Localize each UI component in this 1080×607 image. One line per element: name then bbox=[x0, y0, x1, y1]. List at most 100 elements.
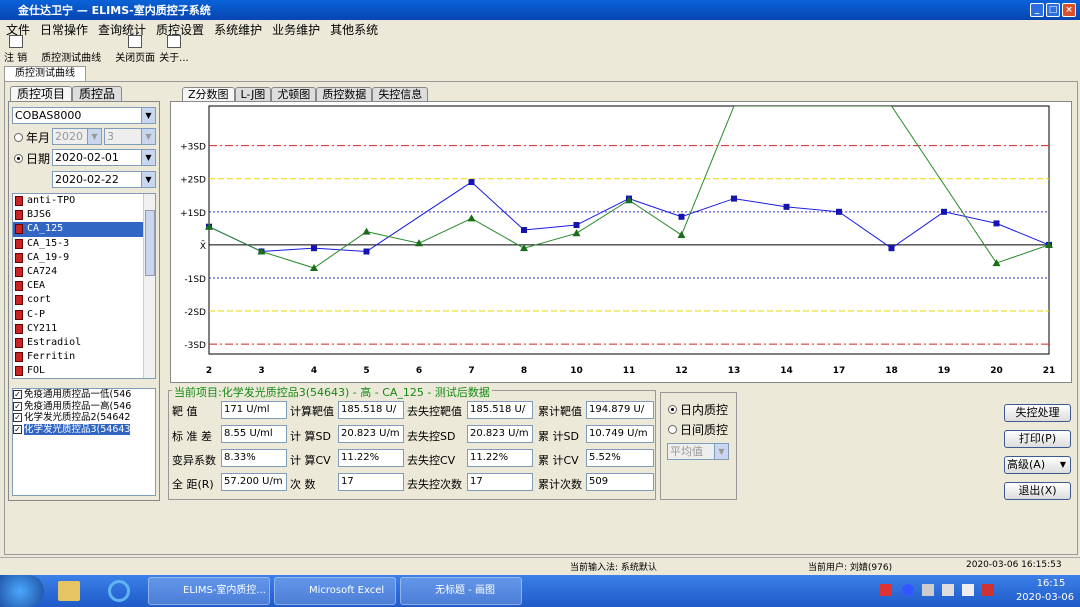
list-item-label: anti-TPO bbox=[27, 195, 76, 207]
logout-label: 注 销 bbox=[4, 53, 28, 64]
y-tick-label: -3SD bbox=[184, 341, 206, 351]
tab-z-score[interactable]: Z分数图 bbox=[182, 87, 235, 102]
item-icon bbox=[15, 323, 23, 334]
intra-day-radio[interactable]: 日内质控 bbox=[668, 401, 728, 418]
tab-youden[interactable]: 尤顿图 bbox=[271, 87, 317, 102]
method-select[interactable]: 平均值 ▼ bbox=[667, 443, 729, 460]
year-select[interactable]: 2020 ▼ bbox=[52, 128, 102, 145]
checklist-item-selected[interactable]: ✓ 化学发光质控品3(54643 bbox=[13, 423, 155, 436]
tray-app-icon[interactable] bbox=[880, 584, 892, 596]
year-month-radio[interactable]: 年月 bbox=[14, 129, 50, 146]
inter-day-radio[interactable]: 日间质控 bbox=[668, 421, 728, 438]
date-to-picker[interactable]: 2020-02-22 ▼ bbox=[52, 171, 156, 188]
month-select[interactable]: 3 ▼ bbox=[104, 128, 156, 145]
tab-ooc-info[interactable]: 失控信息 bbox=[372, 87, 429, 102]
taskbar-item-paint[interactable]: 无标题 - 画图 bbox=[400, 577, 522, 605]
month-value: 3 bbox=[107, 130, 114, 143]
checklist-item[interactable]: ✓ 免疫通用质控品一低(546 bbox=[13, 389, 155, 401]
checkbox-checked-icon[interactable]: ✓ bbox=[13, 424, 22, 434]
list-item-label: CA_125 bbox=[27, 223, 64, 235]
current-user-status: 当前用户: 刘婧(976) bbox=[808, 563, 893, 573]
scrollbar-thumb[interactable] bbox=[145, 210, 155, 276]
list-item[interactable]: FOL bbox=[13, 364, 155, 378]
taskbar-item-elims[interactable]: ELIMS-室内质控... bbox=[148, 577, 270, 605]
stats-title: 当前项目:化学发光质控品3(54643) - 高 - CA_125 - 测试后数… bbox=[172, 384, 492, 400]
ooc-cv-label: 去失控CV bbox=[407, 454, 456, 467]
tray-input-icon[interactable] bbox=[922, 584, 934, 596]
tab-lj-chart[interactable]: L-J图 bbox=[234, 87, 272, 102]
date-radio[interactable]: 日期 bbox=[14, 150, 50, 167]
list-item[interactable]: CA724 bbox=[13, 265, 155, 279]
list-item[interactable]: Ferritin bbox=[13, 350, 155, 364]
ooc-process-button[interactable]: 失控处理 bbox=[1004, 404, 1071, 422]
ooc-sd-field: 20.823 U/m bbox=[467, 425, 533, 443]
item-icon bbox=[15, 267, 23, 278]
explorer-icon[interactable] bbox=[58, 581, 80, 601]
list-item[interactable]: cort bbox=[13, 293, 155, 307]
minimize-icon[interactable]: _ bbox=[1030, 3, 1044, 17]
chart-svg: +3SD +2SD +1SD X̄ -1SD -2SD -3SD 2 3 4 5 6 7 8 10 11 12 1… bbox=[180, 105, 1055, 376]
x-tick-label: 17 bbox=[833, 366, 846, 376]
ie-icon[interactable] bbox=[108, 580, 130, 602]
cum-sd-field: 10.749 U/m bbox=[586, 425, 654, 443]
y-tick-label: +2SD bbox=[180, 176, 206, 186]
cv-field: 8.33% bbox=[221, 449, 287, 467]
list-item[interactable]: CA_15-3 bbox=[13, 237, 155, 251]
print-button[interactable]: 打印(P) bbox=[1004, 430, 1071, 448]
close-page-button[interactable]: 关闭页面 bbox=[115, 35, 155, 64]
list-item[interactable]: CEA bbox=[13, 279, 155, 293]
menu-system[interactable]: 系统维护 bbox=[214, 21, 262, 38]
qc-material-checklist: ✓ 免疫通用质控品一低(546 ✓ 免疫通用质控品一高(546 ✓ 化学发光质控品2(… bbox=[12, 388, 156, 496]
calc-sd-field: 20.823 U/m bbox=[338, 425, 404, 443]
instrument-select[interactable]: COBAS8000 ▼ bbox=[12, 107, 156, 124]
tab-qc-data[interactable]: 质控数据 bbox=[316, 87, 373, 102]
range-field: 57.200 U/m bbox=[221, 473, 287, 491]
exit-button[interactable]: 退出(X) bbox=[1004, 482, 1071, 500]
list-item-selected[interactable]: CA_125 bbox=[13, 222, 155, 237]
checklist-item[interactable]: ✓ 化学发光质控品2(54642 bbox=[13, 412, 155, 424]
checkbox-checked-icon[interactable]: ✓ bbox=[13, 390, 22, 400]
data-point-marker bbox=[363, 248, 370, 255]
about-button[interactable]: 关于... bbox=[159, 35, 189, 64]
date-from-picker[interactable]: 2020-02-01 ▼ bbox=[52, 149, 156, 166]
radio-icon bbox=[14, 133, 23, 142]
item-icon bbox=[15, 224, 23, 235]
data-point-marker bbox=[783, 203, 790, 210]
checkbox-checked-icon[interactable]: ✓ bbox=[13, 413, 22, 423]
page-icon bbox=[128, 35, 143, 48]
tray-network-icon[interactable] bbox=[902, 584, 914, 596]
start-button[interactable] bbox=[0, 575, 44, 607]
list-item[interactable]: BJS6 bbox=[13, 208, 155, 222]
qc-curve-button[interactable]: 质控测试曲线 bbox=[41, 35, 101, 64]
speaker-icon[interactable] bbox=[942, 584, 954, 596]
menu-other[interactable]: 其他系统 bbox=[330, 21, 378, 38]
ooc-sd-label: 去失控SD bbox=[407, 430, 456, 443]
list-item[interactable]: anti-TPO bbox=[13, 194, 155, 208]
page-tab[interactable]: 质控测试曲线 bbox=[4, 66, 86, 82]
logout-button[interactable]: 注 销 bbox=[4, 35, 27, 64]
data-point-marker bbox=[521, 227, 527, 233]
list-item[interactable]: C-P bbox=[13, 308, 155, 322]
list-item[interactable]: CY211 bbox=[13, 322, 155, 336]
maximize-icon[interactable]: □ bbox=[1046, 3, 1060, 17]
menu-business[interactable]: 业务维护 bbox=[272, 21, 320, 38]
checklist-item[interactable]: ✓ 免疫通用质控品一高(546 bbox=[13, 401, 155, 413]
x-tick-label: 8 bbox=[521, 366, 527, 376]
tray-alert-icon[interactable] bbox=[982, 584, 994, 596]
user-icon bbox=[8, 35, 23, 48]
list-item-label: Estradiol bbox=[27, 336, 82, 348]
cum-count-label: 累计次数 bbox=[538, 478, 582, 491]
list-item[interactable]: CA_19-9 bbox=[13, 251, 155, 265]
checklist-label: 化学发光质控品2(54642 bbox=[24, 412, 131, 424]
chevron-down-icon: ▼ bbox=[141, 129, 155, 144]
close-icon[interactable]: × bbox=[1062, 3, 1076, 17]
y-tick-label: +3SD bbox=[180, 143, 206, 153]
advanced-button[interactable]: 高级(A) ▼ bbox=[1004, 456, 1071, 474]
tray-device-icon[interactable] bbox=[962, 584, 974, 596]
list-item[interactable]: Estradiol bbox=[13, 336, 155, 350]
list-scrollbar[interactable] bbox=[143, 194, 155, 378]
checkbox-checked-icon[interactable]: ✓ bbox=[13, 401, 22, 411]
tab-qc-items[interactable]: 质控项目 bbox=[10, 86, 73, 101]
tab-qc-materials[interactable]: 质控品 bbox=[72, 86, 123, 101]
taskbar-item-excel[interactable]: Microsoft Excel bbox=[274, 577, 396, 605]
